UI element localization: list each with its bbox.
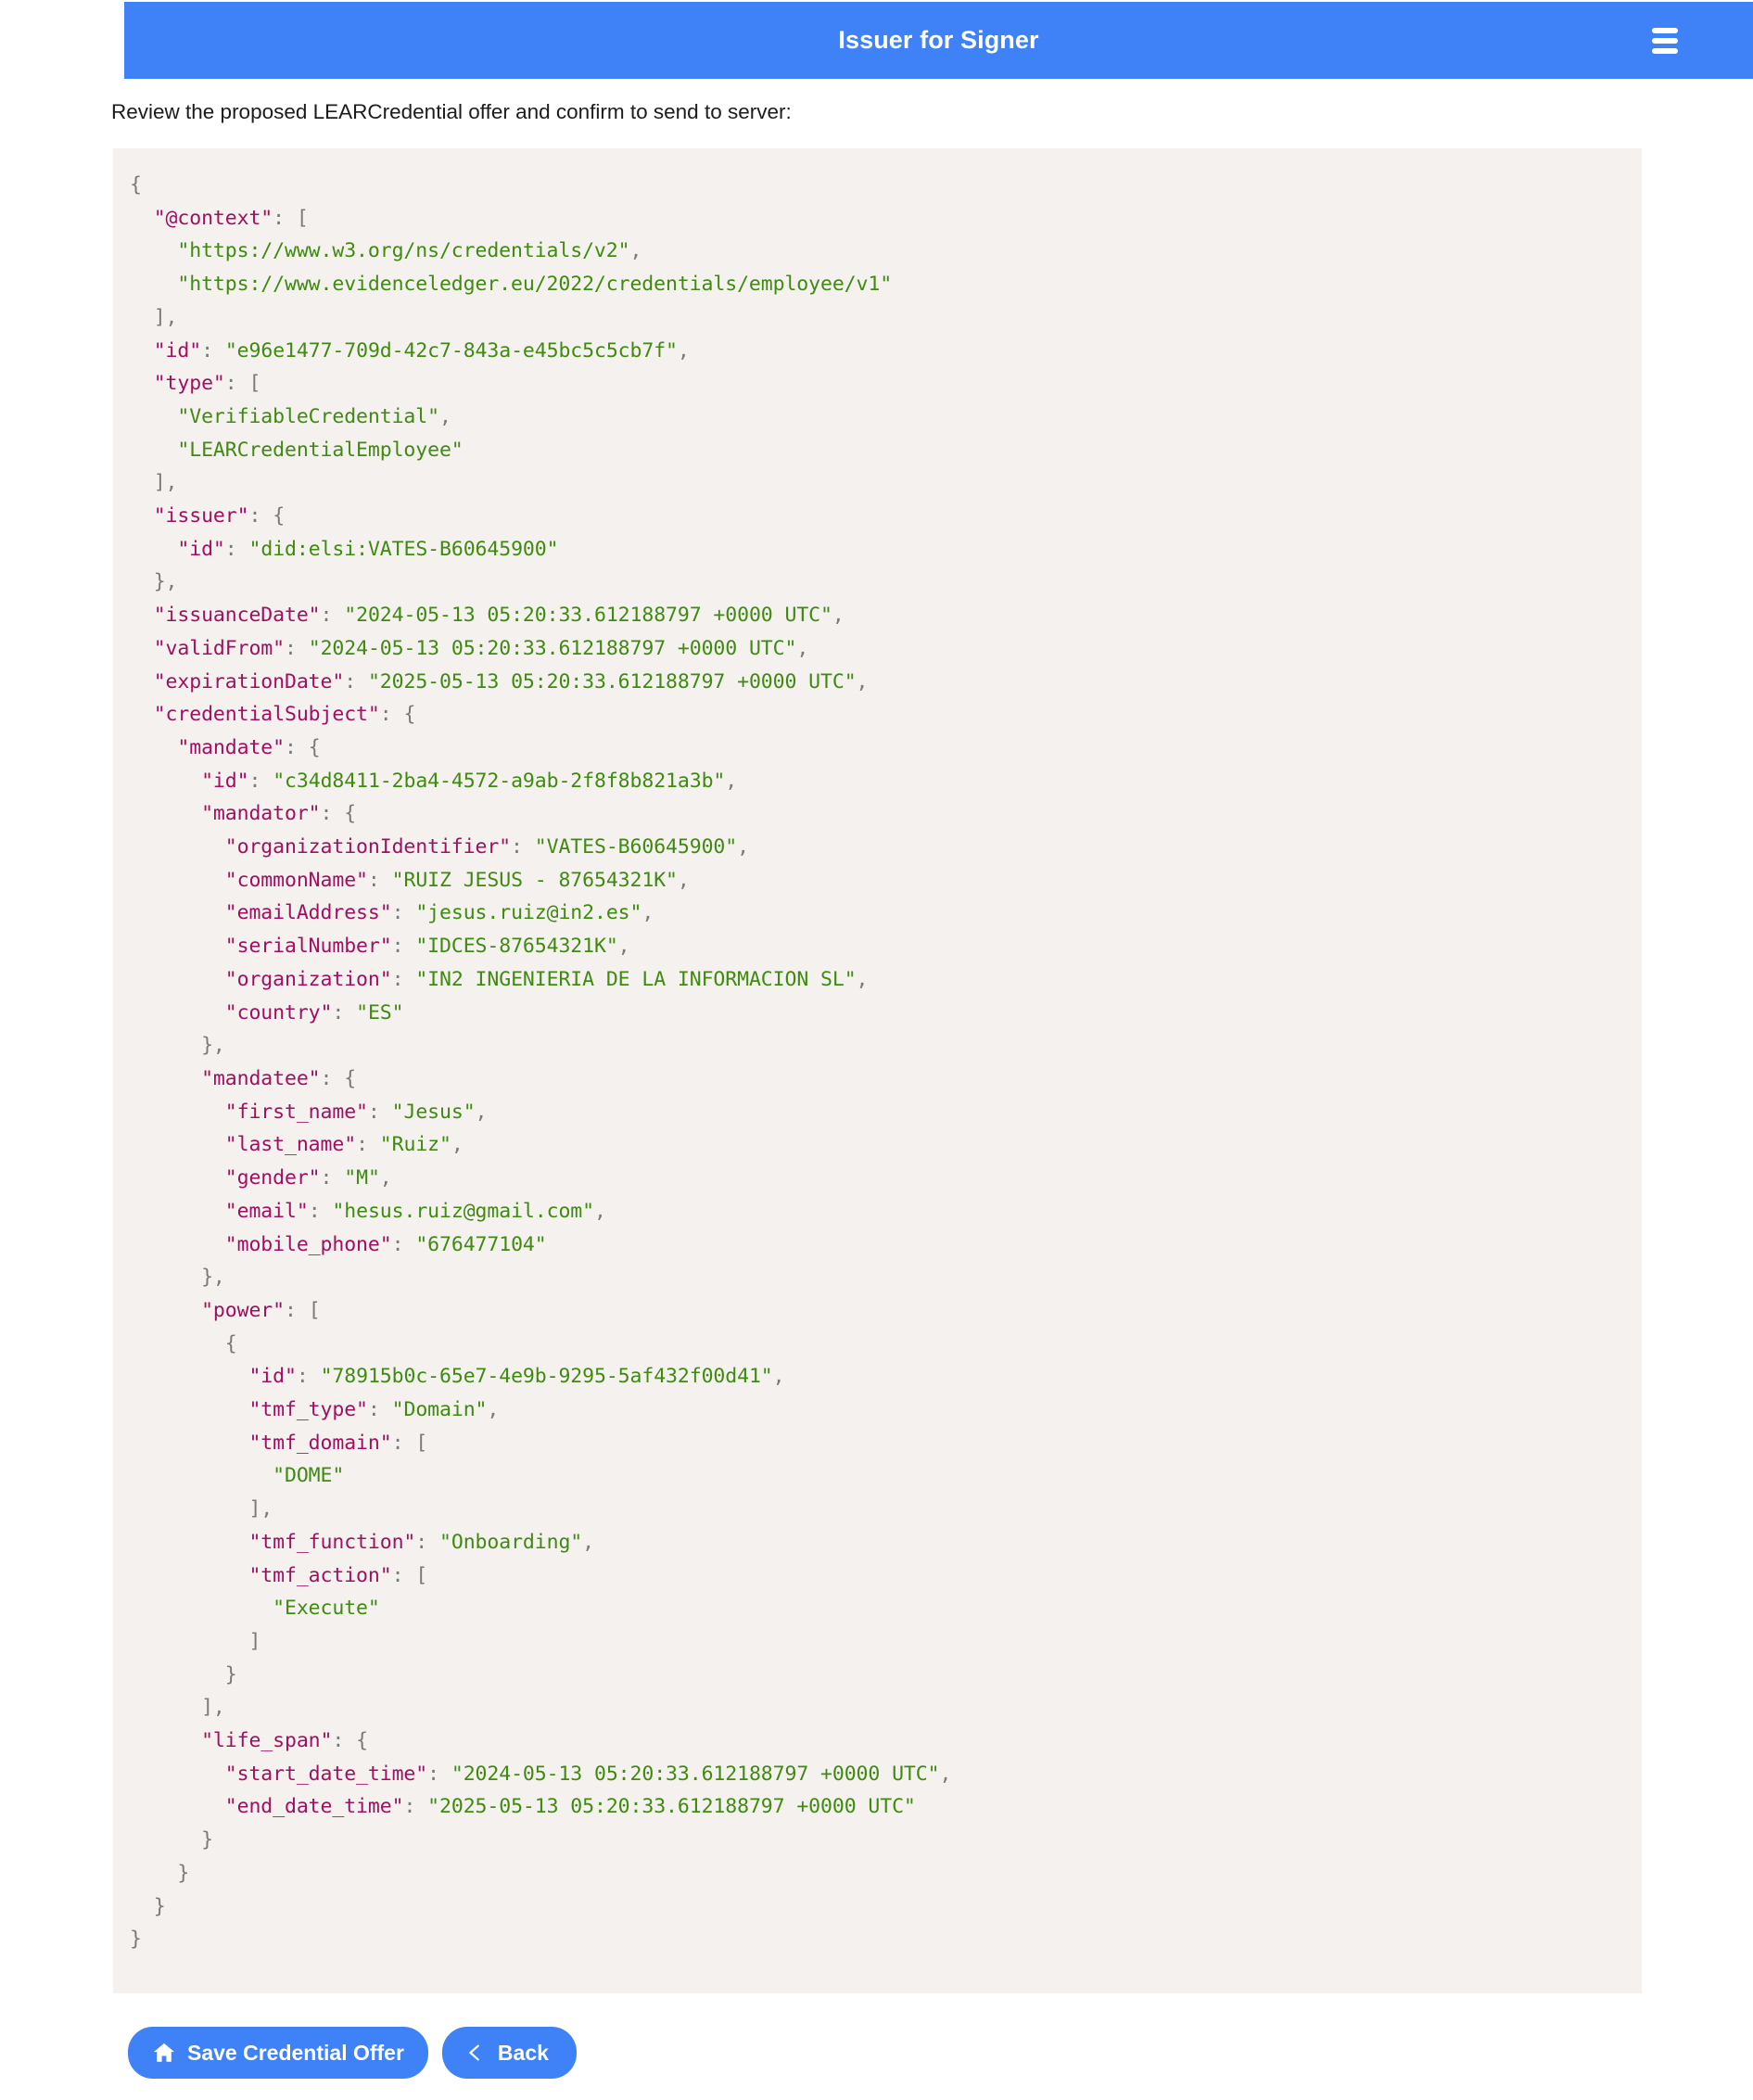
home-icon (152, 2041, 176, 2065)
hamburger-bar-3 (1652, 47, 1678, 54)
save-credential-offer-button[interactable]: Save Credential Offer (128, 2027, 428, 2079)
hamburger-menu-icon[interactable] (1646, 24, 1683, 57)
credential-json-code: { "@context": [ "https://www.w3.org/ns/c… (130, 173, 952, 1952)
hamburger-bar-2 (1652, 37, 1678, 44)
back-button-label: Back (497, 2040, 549, 2065)
page-title: Issuer for Signer (838, 26, 1039, 54)
back-button[interactable]: Back (441, 2027, 577, 2079)
credential-json-panel: { "@context": [ "https://www.w3.org/ns/c… (113, 148, 1642, 1993)
chevron-left-icon (463, 2041, 487, 2065)
hamburger-bar-1 (1652, 27, 1678, 33)
save-credential-offer-label: Save Credential Offer (187, 2040, 404, 2065)
instruction-text: Review the proposed LEARCredential offer… (111, 100, 792, 123)
app-header: Issuer for Signer (124, 2, 1753, 79)
action-button-bar: Save Credential Offer Back (128, 2027, 577, 2079)
